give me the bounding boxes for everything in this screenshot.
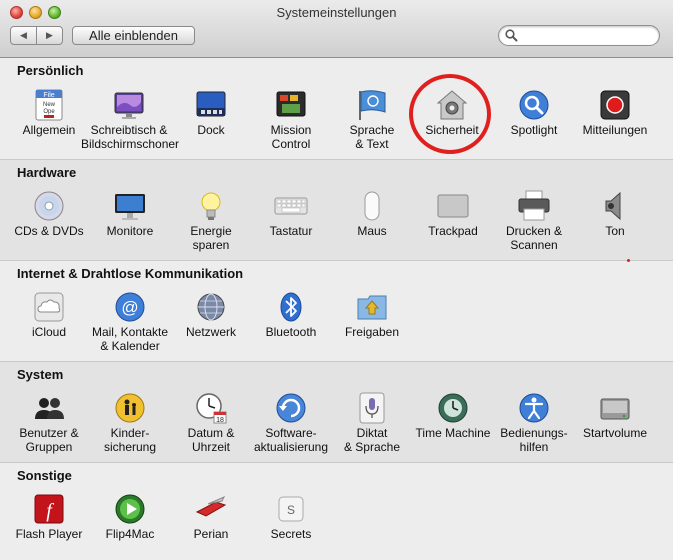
section-system: System Benutzer & Gruppen Kinder- sicher… — [0, 362, 673, 463]
dock-icon — [196, 91, 226, 117]
section-title-other: Sonstige — [17, 468, 72, 483]
section-title-hardware: Hardware — [17, 165, 77, 180]
at-sign-icon: @ — [115, 292, 145, 322]
label-line1: Freigaben — [344, 325, 400, 339]
bluetooth-icon — [280, 292, 302, 322]
network-globe-icon — [197, 293, 225, 321]
keyboard-icon — [274, 197, 308, 215]
svg-text:New: New — [43, 102, 56, 108]
mouse-icon — [364, 191, 380, 221]
back-arrow-icon: ◀ — [20, 30, 27, 40]
printer-icon — [518, 190, 550, 221]
label-line2: Scannen — [510, 238, 558, 252]
label-line2: sparen — [192, 238, 230, 252]
section-personal: Persönlich File New Ope Allgemein Schrei… — [0, 58, 673, 160]
label-line2: & Sprache — [343, 440, 401, 454]
security-highlight-circle — [409, 74, 491, 154]
general-icon: File New Ope — [35, 89, 63, 121]
at-glyph: @ — [121, 298, 138, 317]
label-line1: Mitteilungen — [582, 123, 648, 137]
magnifier-icon — [505, 29, 518, 42]
back-forward-group: ◀ ▶ — [10, 26, 63, 45]
users-silhouette-icon — [35, 398, 64, 419]
notifications-icon — [600, 90, 630, 120]
clock-calendar-icon: 18 — [196, 393, 227, 424]
flash-player-icon: f — [34, 494, 64, 524]
label-line2: hilfen — [519, 440, 549, 454]
un-flag-icon — [359, 90, 386, 120]
section-title-system: System — [17, 367, 64, 382]
section-title-personal: Persönlich — [17, 63, 84, 78]
section-internet-wireless: Internet & Drahtlose Kommunikation iClou… — [0, 261, 673, 362]
label-line2: Bildschirmschoner — [81, 137, 180, 151]
time-machine-icon — [438, 393, 468, 423]
search-input[interactable] — [521, 28, 655, 45]
search-field[interactable] — [498, 25, 660, 46]
svg-text:Ope: Ope — [43, 109, 55, 115]
secrets-glyph: S — [287, 503, 295, 517]
flip4mac-icon — [115, 494, 145, 524]
section-title-internet-wireless: Internet & Drahtlose Kommunikation — [17, 266, 244, 281]
label-line1: Secrets — [270, 527, 312, 541]
trackpad-icon — [437, 194, 469, 218]
calendar-day: 18 — [216, 417, 224, 424]
cd-dvd-icon — [34, 191, 64, 221]
microphone-icon — [359, 392, 385, 424]
label-line2: & Text — [355, 137, 389, 151]
spotlight-icon — [519, 90, 549, 120]
parental-controls-icon — [115, 393, 145, 423]
svg-text:File: File — [43, 92, 54, 99]
icloud-icon — [34, 292, 64, 322]
software-update-icon — [276, 393, 306, 423]
label-line1: Startvolume — [582, 426, 648, 440]
label-line2: & Kalender — [100, 339, 160, 353]
light-bulb-icon — [201, 192, 221, 220]
forward-arrow-icon: ▶ — [46, 30, 53, 40]
accessibility-icon — [519, 393, 549, 423]
startup-disk-icon — [600, 398, 630, 420]
perian-knife-icon — [195, 495, 227, 517]
section-hardware: Hardware CDs & DVDs Monitore Energie spa… — [0, 160, 673, 261]
desktop-screensaver-icon — [114, 92, 144, 119]
titlebar: Systemeinstellungen ◀ ▶ Alle einblenden — [0, 0, 673, 58]
window-title: Systemeinstellungen — [276, 5, 397, 20]
section-other: Sonstige f Flash Player Flip4Mac Perian … — [0, 463, 673, 560]
system-preferences-window: Systemeinstellungen ◀ ▶ Alle einblenden … — [0, 0, 673, 560]
mission-control-icon — [276, 91, 306, 117]
label-line1: Ton — [605, 224, 625, 238]
back-button[interactable]: ◀ — [11, 27, 36, 44]
forward-button[interactable]: ▶ — [36, 27, 62, 44]
red-dot-marker — [627, 259, 630, 262]
monitor-icon — [115, 194, 145, 220]
secrets-icon: S — [278, 496, 304, 522]
speaker-icon — [605, 191, 621, 221]
sharing-folder-icon — [357, 295, 387, 320]
show-all-button[interactable]: Alle einblenden — [72, 26, 195, 45]
